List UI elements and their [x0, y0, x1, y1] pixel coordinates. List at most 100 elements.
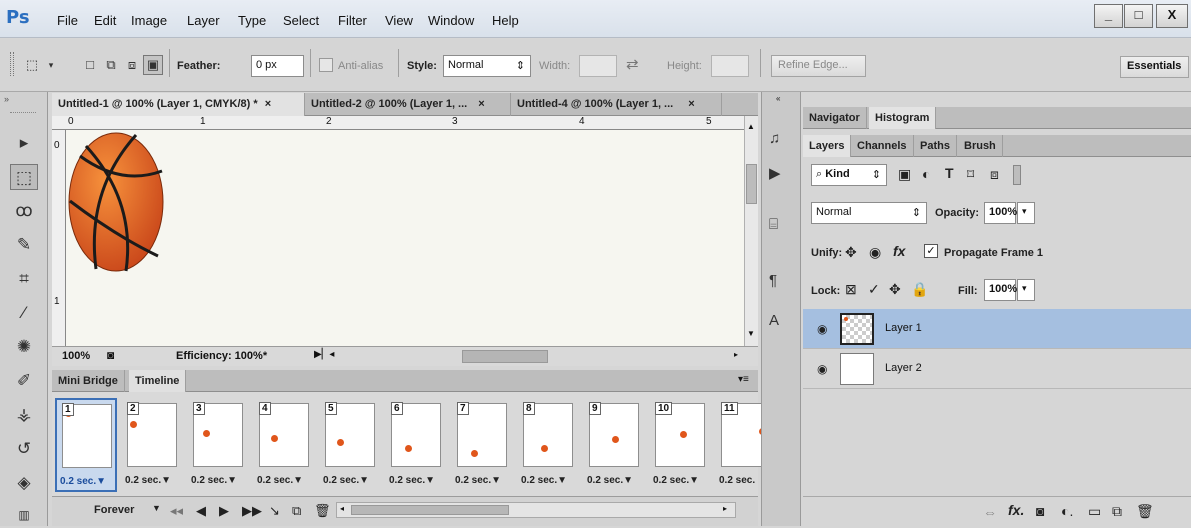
layer-filter-select[interactable]: ⌕ Kind ⇕	[811, 164, 887, 186]
lock-all-icon[interactable]: 🔒	[911, 281, 928, 298]
type-filter-icon[interactable]: T	[945, 165, 954, 181]
properties-panel-icon[interactable]: ⌸	[769, 216, 778, 233]
close-icon[interactable]: ×	[688, 98, 694, 110]
scroll-up-icon[interactable]: ▲	[747, 122, 755, 131]
scroll-thumb[interactable]	[746, 164, 757, 204]
layer-mask-icon[interactable]: ◙	[1036, 503, 1044, 519]
frame-delay[interactable]: 0.2 sec.▼	[323, 475, 369, 486]
antialias-checkbox[interactable]	[319, 58, 333, 72]
character-panel-icon[interactable]: A	[769, 312, 779, 329]
tween-icon[interactable]: ↘	[269, 503, 280, 519]
timeline-frame[interactable]: 2 0.2 sec.▼	[121, 398, 183, 492]
layer-style-icon[interactable]: fx.	[1008, 502, 1024, 518]
refine-edge-button[interactable]: Refine Edge...	[771, 55, 866, 77]
loop-select[interactable]: Forever	[94, 504, 134, 516]
clone-stamp-tool-icon[interactable]: ⚶	[10, 402, 38, 428]
chevron-down-icon[interactable]: ▼	[152, 503, 161, 513]
zoom-level[interactable]: 100%	[62, 350, 90, 362]
history-panel-icon[interactable]: ♫	[769, 130, 780, 147]
close-icon[interactable]: ×	[478, 98, 484, 110]
tab-brush[interactable]: Brush	[958, 135, 1003, 157]
layer-row-layer-1[interactable]: ◉ Layer 1	[803, 309, 1191, 349]
fill-dropdown[interactable]: ▾	[1017, 279, 1035, 301]
minimize-button[interactable]: _	[1094, 4, 1123, 28]
timeline-frame[interactable]: 4 0.2 sec.▼	[253, 398, 315, 492]
eyedropper-tool-icon[interactable]: ⁄	[10, 300, 38, 326]
adjustment-layer-icon[interactable]: ◐.	[1061, 503, 1073, 519]
tab-paths[interactable]: Paths	[914, 135, 957, 157]
move-tool-icon[interactable]: ▸	[10, 130, 38, 156]
frame-delay[interactable]: 0.2 sec.▼	[455, 475, 501, 486]
tab-mini-bridge[interactable]: Mini Bridge	[52, 370, 125, 392]
panel-menu-icon[interactable]: ▾≡	[738, 374, 749, 385]
frame-delay[interactable]: 0.2 sec.▼	[257, 475, 303, 486]
swap-arrows-icon[interactable]: ⇄	[626, 55, 639, 73]
crop-tool-icon[interactable]: ⌗	[10, 266, 38, 292]
frame-delay[interactable]: 0.2 sec.	[719, 475, 755, 486]
lock-transparency-icon[interactable]: ⊠	[845, 281, 857, 298]
tab-histogram[interactable]: Histogram	[869, 107, 937, 129]
timeline-frame[interactable]: 8 0.2 sec.▼	[517, 398, 579, 492]
menu-window[interactable]: Window	[428, 13, 474, 28]
menu-type[interactable]: Type	[238, 13, 266, 28]
close-icon[interactable]: ×	[265, 98, 271, 110]
menu-select[interactable]: Select	[283, 13, 319, 28]
add-to-selection-icon[interactable]: ⧉	[101, 55, 121, 75]
marquee-tool-icon[interactable]: ⬚	[10, 164, 38, 190]
quick-selection-tool-icon[interactable]: ✎	[10, 232, 38, 258]
tab-untitled-1[interactable]: Untitled-1 @ 100% (Layer 1, CMYK/8) * ×	[52, 93, 305, 116]
new-layer-icon[interactable]: ⧉	[1112, 503, 1122, 520]
tab-channels[interactable]: Channels	[851, 135, 914, 157]
grip-handle[interactable]	[10, 52, 14, 76]
trash-icon[interactable]: 🗑	[314, 503, 331, 519]
scroll-right-icon[interactable]: ▸	[734, 350, 738, 359]
scroll-thumb[interactable]	[351, 505, 509, 515]
maximize-button[interactable]: □	[1124, 4, 1153, 28]
smart-object-filter-icon[interactable]: ⧈	[990, 166, 999, 183]
layer-name[interactable]: Layer 2	[885, 362, 922, 374]
frame-delay[interactable]: 0.2 sec.▼	[60, 476, 106, 487]
propagate-checkbox[interactable]: ✓	[924, 244, 938, 258]
eraser-tool-icon[interactable]: ◈	[10, 470, 38, 496]
frame-delay[interactable]: 0.2 sec.▼	[191, 475, 237, 486]
style-select[interactable]: Normal ⇕	[443, 55, 531, 77]
subtract-from-selection-icon[interactable]: ⧈	[122, 55, 142, 75]
timeline-frame[interactable]: 7 0.2 sec.▼	[451, 398, 513, 492]
tab-navigator[interactable]: Navigator	[803, 107, 867, 129]
menu-image[interactable]: Image	[131, 13, 167, 28]
lock-position-icon[interactable]: ✥	[889, 281, 901, 298]
gradient-tool-icon[interactable]: ▥	[10, 502, 38, 528]
menu-layer[interactable]: Layer	[187, 13, 220, 28]
marquee-tool-preset-icon[interactable]: ⬚	[22, 55, 42, 75]
opacity-dropdown[interactable]: ▾	[1017, 202, 1035, 224]
timeline-frame[interactable]: 5 0.2 sec.▼	[319, 398, 381, 492]
timeline-frame[interactable]: 1 0.2 sec.▼	[55, 398, 117, 492]
fill-input[interactable]: 100%	[984, 279, 1017, 301]
play-icon[interactable]: ▶	[219, 503, 229, 519]
menu-view[interactable]: View	[385, 13, 413, 28]
frame-delay[interactable]: 0.2 sec.▼	[125, 475, 171, 486]
history-brush-tool-icon[interactable]: ↺	[10, 436, 38, 462]
previous-frame-icon[interactable]: ◀	[196, 503, 206, 519]
unify-position-icon[interactable]: ✥	[845, 244, 857, 261]
tab-layers[interactable]: Layers	[803, 135, 852, 157]
eye-icon[interactable]: ◉	[817, 362, 827, 376]
chevron-down-icon[interactable]: ▾	[41, 55, 61, 75]
opacity-input[interactable]: 100%	[984, 202, 1017, 224]
collapse-icon[interactable]: »	[4, 94, 9, 104]
width-input[interactable]	[579, 55, 617, 77]
intersect-selection-icon[interactable]: ▣	[143, 55, 163, 75]
healing-brush-tool-icon[interactable]: ✺	[10, 334, 38, 360]
feather-input[interactable]: 0 px	[251, 55, 304, 77]
efficiency-readout[interactable]: Efficiency: 100%*	[176, 350, 267, 362]
frame-delay[interactable]: 0.2 sec.▼	[653, 475, 699, 486]
first-frame-icon[interactable]: ◂◂	[170, 503, 183, 519]
filter-toggle[interactable]	[1013, 165, 1021, 185]
unify-style-icon[interactable]: fx	[893, 243, 905, 259]
lasso-tool-icon[interactable]: ꝏ	[10, 198, 38, 224]
shape-filter-icon[interactable]: ⌑	[967, 166, 974, 183]
actions-panel-icon[interactable]: ▶	[769, 164, 781, 182]
menu-edit[interactable]: Edit	[94, 13, 116, 28]
tab-untitled-4[interactable]: Untitled-4 @ 100% (Layer 1, ... ×	[511, 93, 722, 116]
paragraph-panel-icon[interactable]: ¶	[769, 272, 777, 289]
